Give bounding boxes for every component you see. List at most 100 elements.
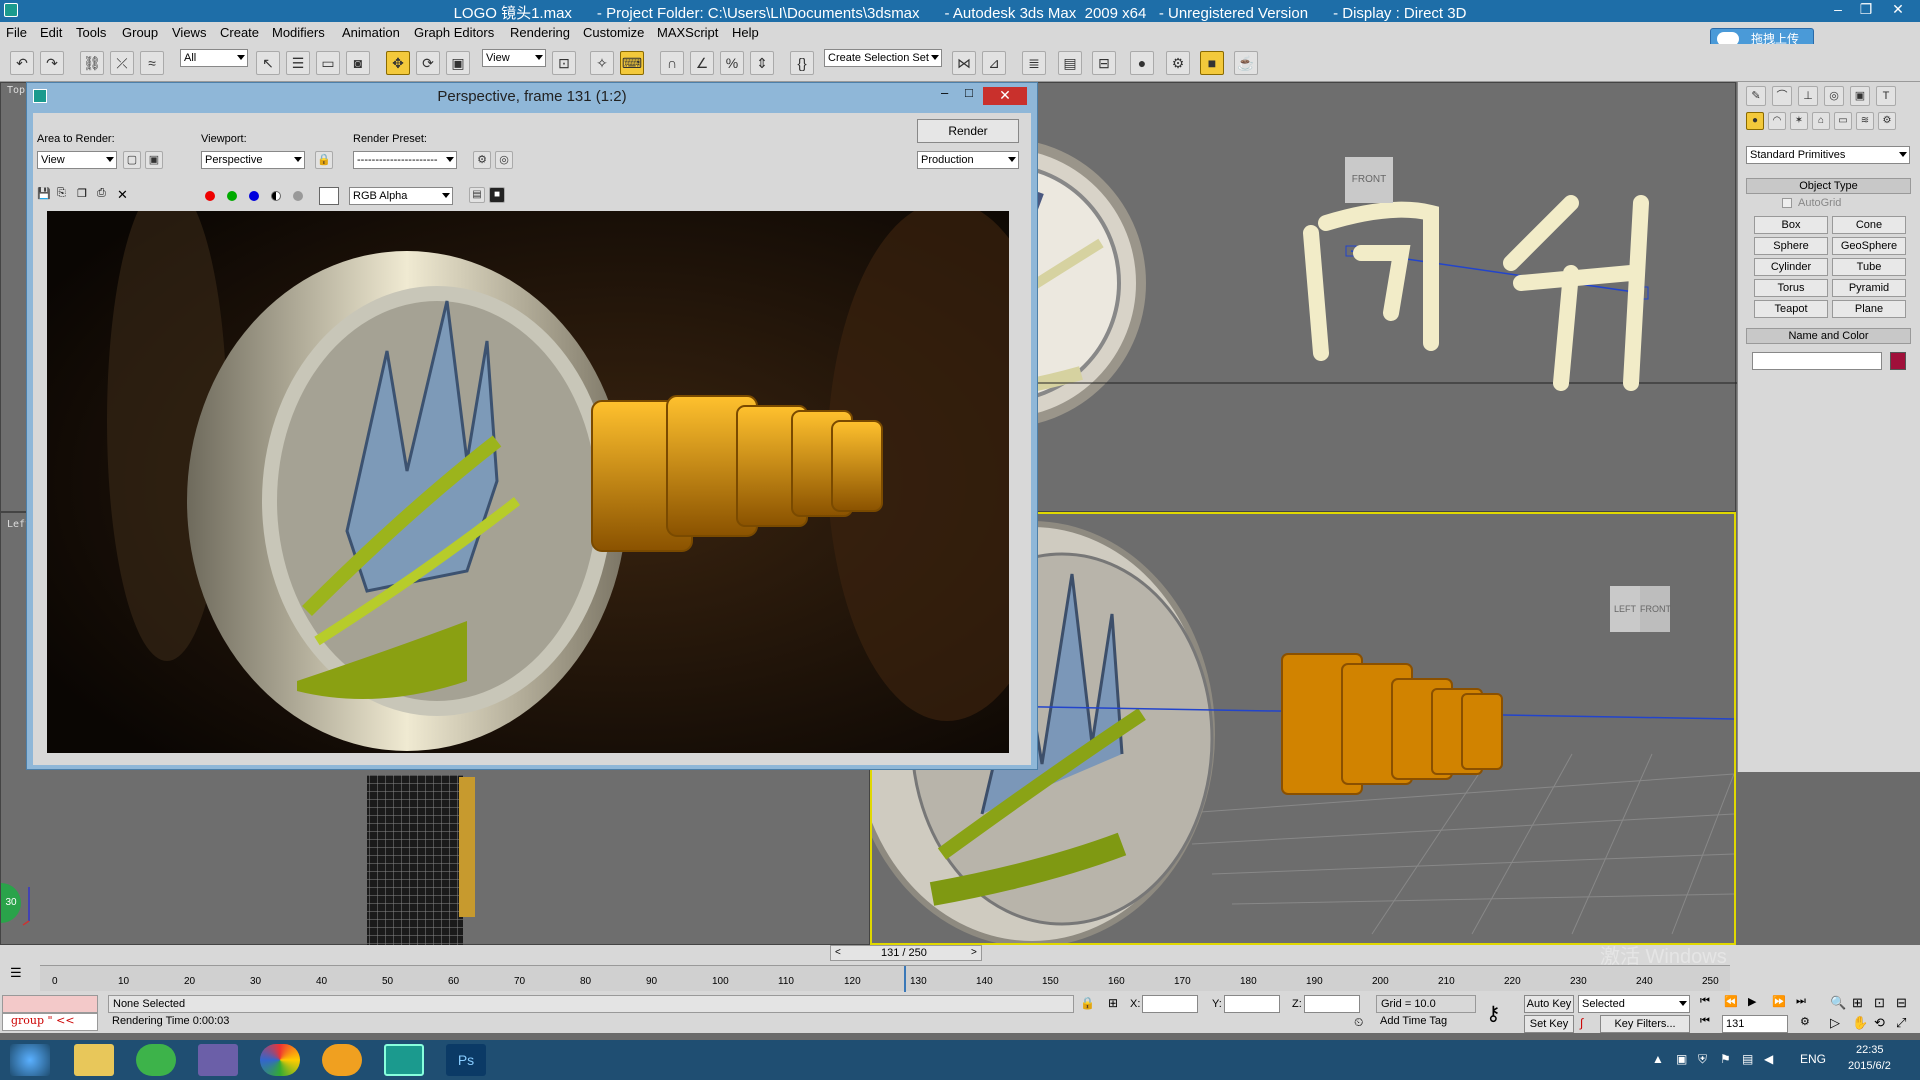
selection-filter-dropdown[interactable]: All <box>180 49 248 67</box>
keyboard-shortcut-override-icon[interactable]: ⌨ <box>620 51 644 75</box>
edit-region-icon[interactable]: ▢ <box>123 151 141 169</box>
clone-window-icon[interactable]: ❐ <box>77 187 91 201</box>
name-color-rollout[interactable]: Name and Color <box>1746 328 1911 344</box>
lock-selection-icon[interactable]: 🔒 <box>1080 996 1095 1010</box>
menu-help[interactable]: Help <box>732 25 759 40</box>
render-close-button[interactable]: ✕ <box>983 87 1027 105</box>
y-coordinate-input[interactable] <box>1224 995 1280 1013</box>
motion-tab-icon[interactable]: ◎ <box>1824 86 1844 106</box>
menu-tools[interactable]: Tools <box>76 25 106 40</box>
qq-browser-icon[interactable] <box>322 1044 362 1076</box>
autogrid-checkbox[interactable] <box>1782 198 1792 208</box>
green-channel-icon[interactable] <box>227 191 237 201</box>
blue-channel-icon[interactable] <box>249 191 259 201</box>
zoom-all-icon[interactable]: ⊞ <box>1852 995 1863 1011</box>
prev-frame-icon[interactable]: ⏪ <box>1724 995 1738 1008</box>
volume-icon[interactable]: ◀ <box>1764 1052 1773 1066</box>
space-warps-icon[interactable]: ≋ <box>1856 112 1874 130</box>
ref-coord-dropdown[interactable]: View <box>482 49 546 67</box>
render-setup-icon[interactable]: ⚙ <box>473 151 491 169</box>
clock-time[interactable]: 22:35 <box>1856 1044 1884 1056</box>
start-icon[interactable] <box>10 1044 50 1076</box>
zoom-icon[interactable]: 🔍 <box>1830 995 1846 1011</box>
channel-dropdown[interactable]: RGB Alpha <box>349 187 453 205</box>
utilities-tab-icon[interactable]: T <box>1876 86 1896 106</box>
print-icon[interactable]: ⎙ <box>97 187 111 201</box>
network-icon[interactable]: ▤ <box>1742 1052 1753 1066</box>
key-mode-toggle-icon[interactable]: ⏮ <box>1700 1015 1714 1028</box>
menu-group[interactable]: Group <box>122 25 158 40</box>
display-toggle-icon[interactable]: ▤ <box>469 187 485 203</box>
red-channel-icon[interactable] <box>205 191 215 201</box>
edit-named-selection-icon[interactable]: {} <box>790 51 814 75</box>
geometry-icon[interactable]: ● <box>1746 112 1764 130</box>
add-time-tag-button[interactable]: Add Time Tag <box>1376 1013 1476 1031</box>
named-selection-dropdown[interactable]: Create Selection Set <box>824 49 942 67</box>
tray-app-icon[interactable]: ▣ <box>1676 1052 1687 1066</box>
menu-maxscript[interactable]: MAXScript <box>657 25 718 40</box>
production-dropdown[interactable]: Production <box>917 151 1019 169</box>
category-dropdown[interactable]: Standard Primitives <box>1746 146 1910 164</box>
teapot-button[interactable]: Teapot <box>1754 300 1828 318</box>
close-button[interactable]: ✕ <box>1884 0 1912 20</box>
move-icon[interactable]: ✥ <box>386 51 410 75</box>
mirror-icon[interactable]: ⋈ <box>952 51 976 75</box>
box-button[interactable]: Box <box>1754 216 1828 234</box>
language-indicator[interactable]: ENG <box>1800 1052 1826 1066</box>
object-type-rollout[interactable]: Object Type <box>1746 178 1911 194</box>
tray-arrow-icon[interactable]: ▲ <box>1652 1052 1664 1066</box>
maximize-button[interactable]: ❐ <box>1852 0 1880 20</box>
snaps-toggle-icon[interactable]: ∩ <box>660 51 684 75</box>
object-name-input[interactable] <box>1752 352 1882 370</box>
lock-icon[interactable]: 🔒 <box>315 151 333 169</box>
create-tab-icon[interactable]: ✎ <box>1746 86 1766 106</box>
scale-icon[interactable]: ▣ <box>446 51 470 75</box>
chrome-icon[interactable] <box>260 1044 300 1076</box>
rotate-icon[interactable]: ⟳ <box>416 51 440 75</box>
rendered-frame-window-icon[interactable]: ■ <box>1200 51 1224 75</box>
area-to-render-dropdown[interactable]: View <box>37 151 117 169</box>
sphere-button[interactable]: Sphere <box>1754 237 1828 255</box>
cylinder-button[interactable]: Cylinder <box>1754 258 1828 276</box>
pyramid-button[interactable]: Pyramid <box>1832 279 1906 297</box>
undo-icon[interactable]: ↶ <box>10 51 34 75</box>
layer-manager-icon[interactable]: ≣ <box>1022 51 1046 75</box>
menu-rendering[interactable]: Rendering <box>510 25 570 40</box>
viewport-dropdown[interactable]: Perspective <box>201 151 305 169</box>
plane-button[interactable]: Plane <box>1832 300 1906 318</box>
time-slider-prev-icon[interactable]: < <box>835 947 841 958</box>
spinner-snap-icon[interactable]: ⇕ <box>750 51 774 75</box>
render-button[interactable]: Render <box>917 119 1019 143</box>
mini-curve-editor-icon[interactable]: ☰ <box>10 965 34 983</box>
clear-icon[interactable]: ✕ <box>117 187 131 202</box>
menu-modifiers[interactable]: Modifiers <box>272 25 325 40</box>
shapes-icon[interactable]: ◠ <box>1768 112 1786 130</box>
material-editor-icon[interactable]: ● <box>1130 51 1154 75</box>
render-preset-dropdown[interactable]: ---------------------- <box>353 151 457 169</box>
select-by-name-icon[interactable]: ☰ <box>286 51 310 75</box>
mono-icon[interactable] <box>293 191 303 201</box>
orbit-icon[interactable]: ⟲ <box>1874 1015 1885 1031</box>
tube-button[interactable]: Tube <box>1832 258 1906 276</box>
geosphere-button[interactable]: GeoSphere <box>1832 237 1906 255</box>
maxscript-listener-top[interactable] <box>2 995 98 1013</box>
menu-views[interactable]: Views <box>172 25 206 40</box>
time-slider[interactable]: < 131 / 250 > <box>830 945 982 961</box>
lights-icon[interactable]: ✶ <box>1790 112 1808 130</box>
display-toggle-dark-icon[interactable]: ■ <box>489 187 505 203</box>
window-crossing-icon[interactable]: ◙ <box>346 51 370 75</box>
bind-space-warp-icon[interactable]: ≈ <box>140 51 164 75</box>
3dsmax-taskbar-icon[interactable] <box>384 1044 424 1076</box>
badge-30[interactable]: 30 <box>1 883 21 923</box>
set-key-button[interactable]: Set Key <box>1524 1015 1574 1033</box>
render-maximize-button[interactable]: □ <box>965 85 985 105</box>
render-setup-icon[interactable]: ⚙ <box>1166 51 1190 75</box>
field-of-view-icon[interactable]: ▷ <box>1830 1015 1840 1031</box>
maximize-viewport-icon[interactable]: ⤢ <box>1896 1015 1906 1031</box>
photoshop-icon[interactable]: Ps <box>446 1044 486 1076</box>
z-coordinate-input[interactable] <box>1304 995 1360 1013</box>
maxscript-listener[interactable]: group " << <box>2 1013 98 1031</box>
play-icon[interactable]: ▶ <box>1748 995 1762 1008</box>
render-minimize-button[interactable]: – <box>941 85 961 105</box>
menu-file[interactable]: File <box>6 25 27 40</box>
